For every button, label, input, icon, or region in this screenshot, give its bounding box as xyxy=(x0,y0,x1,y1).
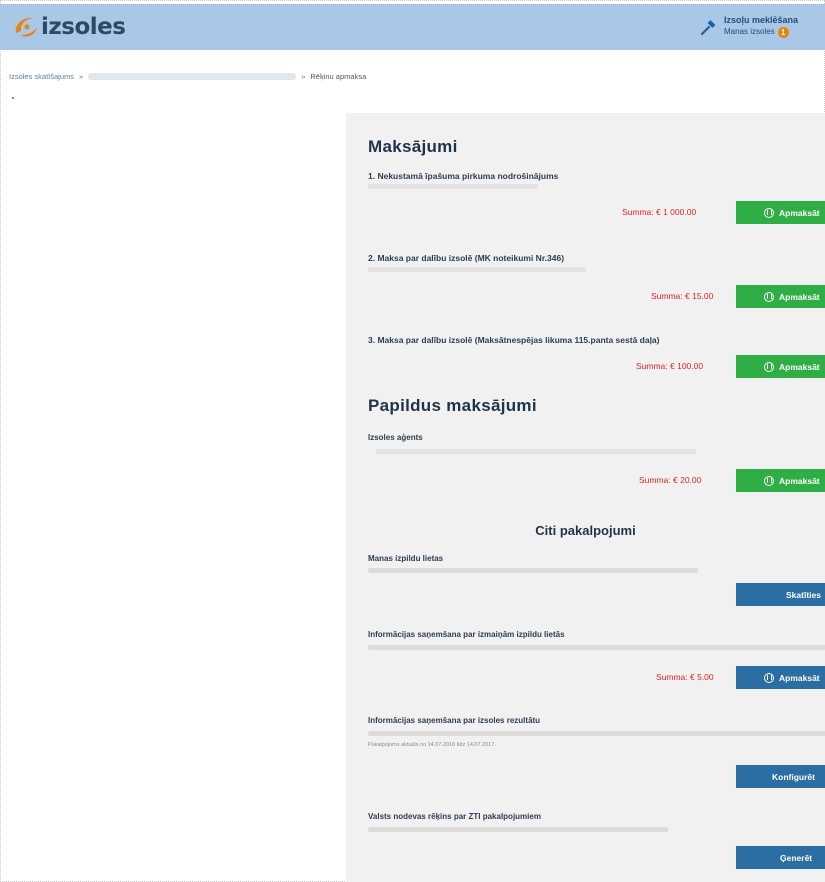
pay-button[interactable]: Apmaksāt xyxy=(736,285,825,308)
service-item-title: Manas izpildu lietas xyxy=(368,554,444,563)
configure-button-label: Konfigurēt xyxy=(772,771,815,782)
payment-item-title: 1. Nekustamā īpašuma pirkuma nodrošināju… xyxy=(368,171,559,181)
view-button-label: Skatīties xyxy=(786,589,821,600)
money-icon xyxy=(764,361,774,372)
payment-item-title: 3. Maksa par dalību izsolē (Maksātnespēj… xyxy=(368,335,660,345)
service-item-title: Valsts nodevas rēķins par ZTI pakalpojum… xyxy=(368,812,541,821)
pay-button[interactable]: Apmaksāt xyxy=(736,666,825,689)
my-auctions-label: Manas izsoles xyxy=(724,27,775,36)
pay-button[interactable]: Apmaksāt xyxy=(736,201,825,224)
payment-item-description xyxy=(368,184,538,189)
payments-panel: Maksājumi 1. Nekustamā īpašuma pirkuma n… xyxy=(346,113,825,882)
breadcrumb-home[interactable]: Izsoles skatīšajums xyxy=(9,72,74,81)
payment-sum: Summa: € 15.00 xyxy=(651,291,714,301)
payments-heading: Maksājumi xyxy=(368,137,458,156)
logo-text: izsoles xyxy=(41,14,126,40)
money-icon xyxy=(764,207,774,218)
logo-icon xyxy=(15,17,37,37)
service-item-description xyxy=(368,827,668,832)
pay-button-label: Apmaksāt xyxy=(779,291,820,302)
extra-item-description xyxy=(376,449,696,454)
payment-sum: Summa: € 100.00 xyxy=(636,361,704,371)
payment-item-title: 2. Maksa par dalību izsolē (MK noteikumi… xyxy=(368,253,565,263)
breadcrumb: Izsoles skatīšajums » » Rēķinu apmaksa xyxy=(9,72,366,81)
service-item-title: Informācijas saņemšana par izmaiņām izpi… xyxy=(368,630,565,639)
service-item-title: Informācijas saņemšana par izsoles rezul… xyxy=(368,716,541,725)
decorative-dot xyxy=(12,97,14,99)
money-icon xyxy=(764,291,774,302)
auction-search-link[interactable]: Izsoļu meklēšana xyxy=(724,14,798,26)
service-item-description xyxy=(368,731,825,736)
view-button[interactable]: Skatīties xyxy=(736,583,825,606)
pay-button-label: Apmaksāt xyxy=(779,207,820,218)
generate-button[interactable]: Ģenerēt xyxy=(736,846,825,869)
breadcrumb-separator: » xyxy=(301,72,306,81)
gavel-icon xyxy=(700,20,716,36)
breadcrumb-separator: » xyxy=(79,72,84,81)
payment-sum: Summa: € 5.00 xyxy=(656,672,714,682)
payment-item-description xyxy=(368,267,586,272)
logo[interactable]: izsoles xyxy=(12,10,126,44)
service-item-description xyxy=(368,568,698,573)
other-services-heading: Citi pakalpojumi xyxy=(535,523,636,538)
notification-badge: 1 xyxy=(777,26,789,38)
top-header: izsoles Izsoļu meklēšana Manas izsoles 1 xyxy=(0,4,825,50)
search-nav[interactable]: Izsoļu meklēšana Manas izsoles 1 xyxy=(700,14,798,38)
my-auctions-link[interactable]: Manas izsoles 1 xyxy=(724,26,798,38)
pay-button-label: Apmaksāt xyxy=(779,475,820,486)
breadcrumb-auction-link[interactable] xyxy=(88,73,297,80)
extra-payments-heading: Papildus maksājumi xyxy=(368,396,537,415)
pay-button-label: Apmaksāt xyxy=(779,361,820,372)
extra-item-title: Izsoles aģents xyxy=(368,433,423,442)
breadcrumb-current: Rēķinu apmaksa xyxy=(310,72,367,81)
payment-sum: Summa: € 20.00 xyxy=(639,475,702,485)
configure-button[interactable]: Konfigurēt xyxy=(736,765,825,788)
generate-button-label: Ģenerēt xyxy=(780,852,813,863)
service-item-validity: Pakalpojums aktuāls no 14.07.2016 līdz 1… xyxy=(368,742,496,748)
pay-button-label: Apmaksāt xyxy=(779,672,820,683)
money-icon xyxy=(764,475,774,486)
money-icon xyxy=(764,672,774,683)
pay-button[interactable]: Apmaksāt xyxy=(736,355,825,378)
service-item-description xyxy=(368,645,825,650)
payment-sum: Summa: € 1 000.00 xyxy=(622,207,697,217)
pay-button[interactable]: Apmaksāt xyxy=(736,469,825,492)
